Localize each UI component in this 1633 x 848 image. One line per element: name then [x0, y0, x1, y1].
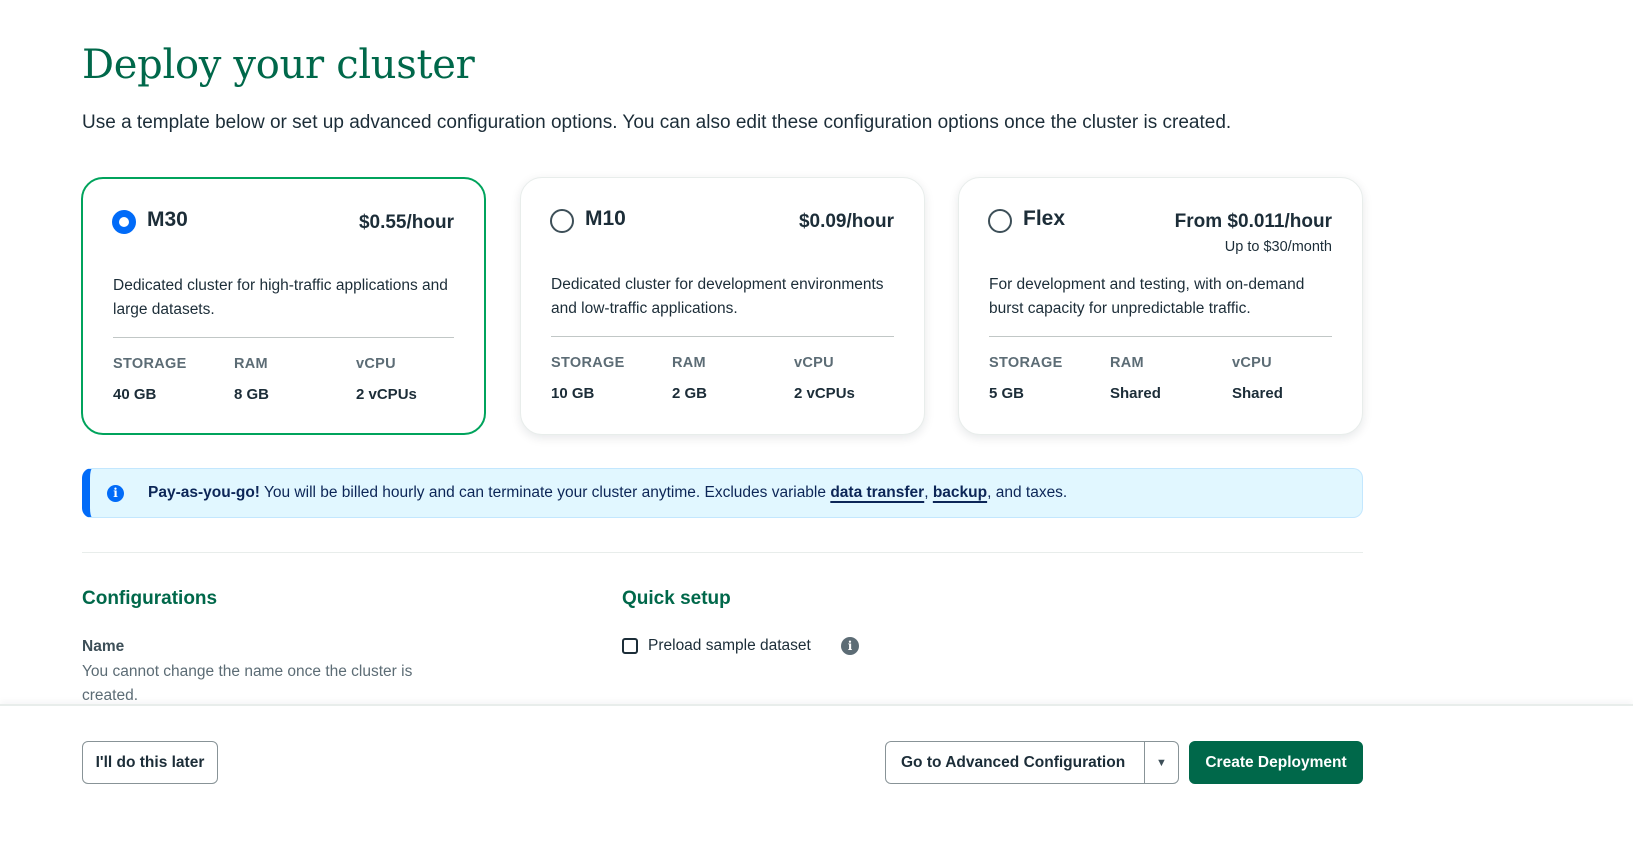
banner-text: You will be billed hourly and can termin… [263, 484, 826, 501]
vcpu-label: vCPU [794, 355, 834, 371]
tier-description: Dedicated cluster for high-traffic appli… [113, 277, 448, 318]
section-divider [82, 552, 1363, 553]
radio-button-flex[interactable] [988, 209, 1012, 233]
configurations-heading: Configurations [82, 588, 218, 609]
tier-name: M10 [585, 207, 626, 230]
quick-setup-heading: Quick setup [622, 588, 731, 609]
ram-label: RAM [234, 356, 268, 372]
tier-price-cap: Up to $30/month [1224, 239, 1332, 255]
banner-tail: , and taxes. [987, 484, 1068, 501]
create-deployment-button[interactable]: Create Deployment [1189, 741, 1363, 784]
page-title: Deploy your cluster [82, 42, 475, 88]
vcpu-label: vCPU [356, 356, 396, 372]
pay-as-you-go-banner: i Pay-as-you-go! You will be billed hour… [82, 468, 1363, 518]
vcpu-label: vCPU [1232, 355, 1272, 371]
banner-separator: , [924, 484, 929, 501]
tier-card-flex[interactable]: Flex From $0.011/hour Up to $30/month Fo… [958, 177, 1363, 435]
do-this-later-button[interactable]: I'll do this later [82, 741, 218, 784]
ram-label: RAM [672, 355, 706, 371]
radio-button-m10[interactable] [550, 209, 574, 233]
advanced-configuration-split-button[interactable]: Go to Advanced Configuration ▼ [885, 741, 1179, 784]
tier-price: $0.55/hour [358, 212, 454, 233]
ram-value: 2 GB [672, 385, 708, 402]
storage-label: STORAGE [989, 355, 1063, 371]
storage-label: STORAGE [113, 356, 187, 372]
vcpu-value: 2 vCPUs [794, 385, 855, 402]
ram-value: 8 GB [234, 386, 270, 403]
name-field-label: Name [82, 638, 125, 655]
tier-name: Flex [1023, 207, 1066, 230]
advanced-configuration-button[interactable]: Go to Advanced Configuration [886, 754, 1144, 772]
tier-card-m30[interactable]: M30 $0.55/hour Dedicated cluster for hig… [81, 177, 486, 435]
storage-value: 40 GB [113, 386, 157, 403]
tier-card-m10[interactable]: M10 $0.09/hour Dedicated cluster for dev… [520, 177, 925, 435]
backup-link[interactable]: backup [933, 484, 987, 502]
name-field-description: You cannot change the name once the clus… [82, 663, 413, 704]
caret-down-icon[interactable]: ▼ [1145, 757, 1178, 769]
tier-price: From $0.011/hour [1174, 211, 1332, 232]
vcpu-value: 2 vCPUs [356, 386, 417, 403]
storage-value: 5 GB [989, 385, 1025, 402]
storage-value: 10 GB [551, 385, 595, 402]
info-icon: i [107, 484, 124, 502]
page-subtitle: Use a template below or set up advanced … [82, 112, 1232, 133]
ram-label: RAM [1110, 355, 1144, 371]
card-divider [113, 337, 454, 338]
tier-description: For development and testing, with on-dem… [989, 276, 1305, 317]
card-divider [989, 336, 1332, 337]
info-icon[interactable]: i [841, 637, 859, 655]
tier-price: $0.09/hour [798, 211, 894, 232]
ram-value: Shared [1110, 385, 1161, 402]
card-divider [551, 336, 894, 337]
radio-button-m30[interactable] [112, 210, 136, 234]
data-transfer-link[interactable]: data transfer [830, 484, 924, 502]
footer-action-bar: I'll do this later Go to Advanced Config… [0, 704, 1633, 848]
banner-title: Pay-as-you-go! [148, 484, 260, 501]
preload-sample-dataset-checkbox[interactable] [622, 638, 638, 654]
tier-name: M30 [147, 208, 188, 231]
tier-description: Dedicated cluster for development enviro… [551, 276, 884, 317]
vcpu-value: Shared [1232, 385, 1283, 402]
storage-label: STORAGE [551, 355, 625, 371]
preload-sample-dataset-label[interactable]: Preload sample dataset [648, 637, 811, 655]
